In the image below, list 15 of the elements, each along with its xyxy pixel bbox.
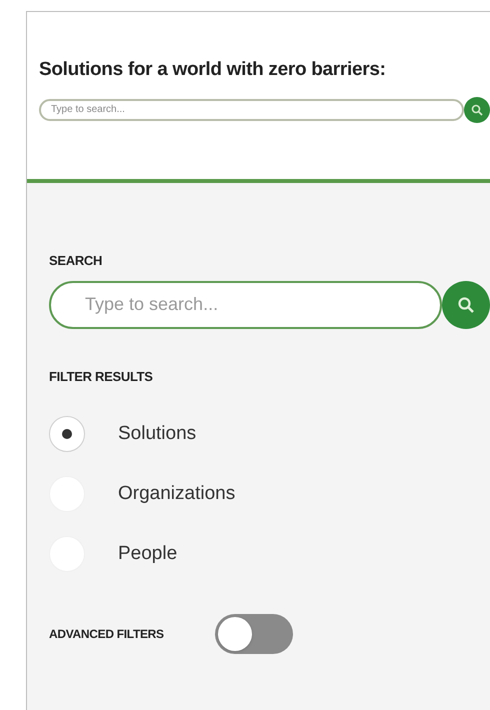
toggle-switch[interactable] bbox=[215, 614, 293, 654]
section-label: FILTER RESULTS bbox=[49, 368, 154, 386]
section-label: SEARCH bbox=[49, 252, 104, 270]
search-icon bbox=[471, 104, 483, 116]
option-label: Organizations bbox=[118, 482, 236, 506]
section-label: ADVANCED FILTERS bbox=[49, 626, 165, 643]
search-field[interactable]: Type to search... bbox=[39, 98, 464, 120]
option-label: Solutions bbox=[118, 422, 196, 446]
search-field[interactable]: Type to search... bbox=[49, 280, 442, 328]
search-icon bbox=[457, 296, 475, 314]
radio-button[interactable] bbox=[49, 416, 85, 452]
search-button[interactable] bbox=[442, 280, 490, 328]
option-label: People bbox=[118, 542, 178, 566]
search-button[interactable] bbox=[464, 96, 490, 122]
page-heading: Solutions for a world with zero barriers: bbox=[39, 58, 387, 82]
